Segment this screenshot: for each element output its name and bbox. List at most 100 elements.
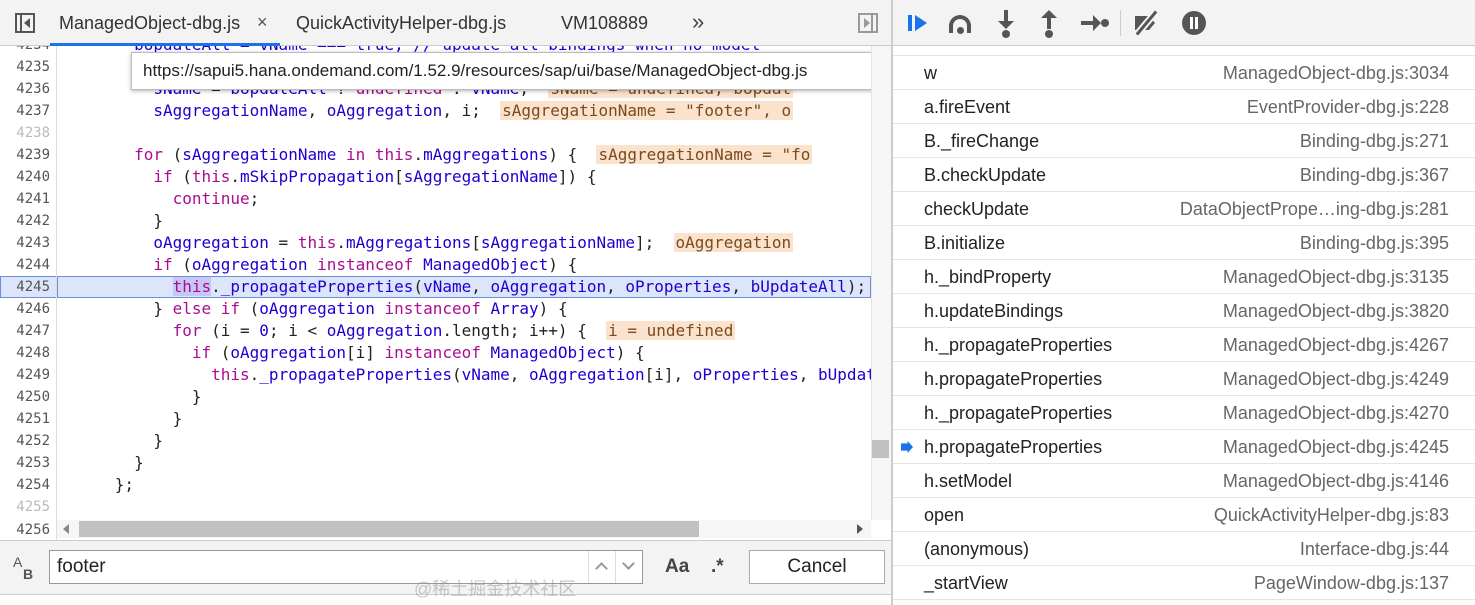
line-number[interactable]: 4239 xyxy=(0,144,50,166)
call-stack-frame[interactable]: h.updateBindings ManagedObject-dbg.js:382… xyxy=(893,294,1475,328)
scroll-right-icon[interactable] xyxy=(857,524,863,534)
tab-managedobject-dbg[interactable]: ManagedObject-dbg.js xyxy=(59,0,240,46)
frame-location[interactable]: ManagedObject-dbg.js:4267 xyxy=(1223,328,1449,362)
frame-location[interactable]: PageWindow-dbg.js:137 xyxy=(1254,566,1449,600)
call-stack-frame[interactable]: w ManagedObject-dbg.js:3034 xyxy=(893,56,1475,90)
line-number[interactable]: 4235 xyxy=(0,56,50,78)
frame-location[interactable]: ManagedObject-dbg.js:3820 xyxy=(1223,294,1449,328)
call-stack-list: w ManagedObject-dbg.js:3034 a.fireEvent Ev… xyxy=(893,46,1475,605)
chevron-up-icon[interactable] xyxy=(588,551,614,583)
inline-value: oAggregation xyxy=(673,233,794,252)
scroll-left-icon[interactable] xyxy=(63,524,69,534)
line-number[interactable]: 4253 xyxy=(0,452,50,474)
pause-on-exceptions-icon[interactable] xyxy=(1180,9,1208,37)
deactivate-breakpoints-icon[interactable] xyxy=(1133,9,1161,37)
code-line: sAggregationName, oAggregation, i; sAggr… xyxy=(153,101,794,120)
code-line: } xyxy=(57,453,144,472)
frame-location[interactable]: ManagedObject-dbg.js:4249 xyxy=(1223,362,1449,396)
code-line: continue; xyxy=(172,189,260,208)
call-stack-frame[interactable]: B._fireChange Binding-dbg.js:271 xyxy=(893,124,1475,158)
call-stack-frame-current[interactable]: h.propagateProperties ManagedObject-dbg.j… xyxy=(893,430,1475,464)
call-stack-frame[interactable]: h.propagateProperties ManagedObject-dbg.j… xyxy=(893,362,1475,396)
line-number-current[interactable]: 4245 xyxy=(0,276,50,298)
match-case-button[interactable]: Aa xyxy=(665,550,689,584)
frame-function: B._fireChange xyxy=(924,131,1040,151)
frame-location[interactable]: Binding-dbg.js:367 xyxy=(1300,158,1449,192)
line-number[interactable]: 4256 xyxy=(0,520,50,540)
line-number[interactable]: 4237 xyxy=(0,100,50,122)
search-case-icon[interactable]: AB xyxy=(13,554,39,582)
frame-location[interactable]: Interface-dbg.js:44 xyxy=(1300,532,1449,566)
code-line: for (i = 0; i < oAggregation.length; i++… xyxy=(172,321,736,340)
frame-location[interactable]: ManagedObject-dbg.js:4270 xyxy=(1223,396,1449,430)
frame-location[interactable]: ManagedObject-dbg.js:4245 xyxy=(1223,430,1449,464)
frame-function: (anonymous) xyxy=(924,539,1030,559)
watermark: @稀土掘金技术社区 xyxy=(414,579,577,599)
line-number[interactable]: 4251 xyxy=(0,408,50,430)
frame-function: h.propagateProperties xyxy=(924,437,1103,457)
frame-location[interactable]: DataObjectPrope…ing-dbg.js:281 xyxy=(1180,192,1449,226)
horizontal-scrollbar-thumb[interactable] xyxy=(79,521,699,537)
frame-location[interactable]: Binding-dbg.js:271 xyxy=(1300,124,1449,158)
close-icon[interactable]: × xyxy=(257,0,268,46)
frame-location[interactable]: ManagedObject-dbg.js:4146 xyxy=(1223,464,1449,498)
line-number[interactable]: 4252 xyxy=(0,430,50,452)
line-number[interactable]: 4250 xyxy=(0,386,50,408)
line-number[interactable]: 4243 xyxy=(0,232,50,254)
step-over-icon[interactable] xyxy=(947,9,975,37)
debugger-toggle-icon[interactable] xyxy=(856,11,880,35)
line-number[interactable]: 4236 xyxy=(0,78,50,100)
code-editor[interactable]: bUpdateAll = vName === true; // update a… xyxy=(57,46,871,520)
vertical-scrollbar-thumb[interactable] xyxy=(872,440,889,458)
line-number[interactable]: 4244 xyxy=(0,254,50,276)
navigator-toggle-icon[interactable] xyxy=(13,11,37,35)
frame-location[interactable]: Binding-dbg.js:395 xyxy=(1300,226,1449,260)
editor-tab-bar: ManagedObject-dbg.js × QuickActivityHelp… xyxy=(0,0,891,46)
call-stack-frame[interactable]: checkUpdate DataObjectPrope…ing-dbg.js:28… xyxy=(893,192,1475,226)
line-number[interactable]: 4247 xyxy=(0,320,50,342)
tab-vm108889[interactable]: VM108889 xyxy=(561,0,648,46)
call-stack-frame-partial[interactable] xyxy=(893,46,1475,56)
frame-location[interactable]: EventProvider-dbg.js:228 xyxy=(1247,90,1449,124)
call-stack-frame[interactable]: h._propagateProperties ManagedObject-dbg.… xyxy=(893,396,1475,430)
call-stack-frame[interactable]: h._bindProperty ManagedObject-dbg.js:3135 xyxy=(893,260,1475,294)
tab-quickactivityhelper-dbg[interactable]: QuickActivityHelper-dbg.js xyxy=(296,0,506,46)
debugger-pane: w ManagedObject-dbg.js:3034 a.fireEvent Ev… xyxy=(893,0,1475,605)
frame-function: B.checkUpdate xyxy=(924,165,1047,185)
line-number[interactable]: 4246 xyxy=(0,298,50,320)
code-line: } xyxy=(57,211,163,230)
chevron-down-icon[interactable] xyxy=(615,551,641,583)
line-number[interactable]: 4248 xyxy=(0,342,50,364)
call-stack-frame[interactable]: _startView PageWindow-dbg.js:137 xyxy=(893,566,1475,600)
code-line: oAggregation = this.mAggregations[sAggre… xyxy=(153,233,794,252)
line-number[interactable]: 4242 xyxy=(0,210,50,232)
line-number-gutter[interactable]: 4234 4235 4236 4237 4238 4239 4240 4241 … xyxy=(0,46,57,520)
frame-function: a.fireEvent xyxy=(924,97,1011,117)
call-stack-frame[interactable]: a.fireEvent EventProvider-dbg.js:228 xyxy=(893,90,1475,124)
call-stack-frame[interactable]: B.initialize Binding-dbg.js:395 xyxy=(893,226,1475,260)
line-number[interactable]: 4249 xyxy=(0,364,50,386)
more-tabs-icon[interactable]: » xyxy=(692,0,705,46)
line-number[interactable]: 4238 xyxy=(0,122,50,144)
step-into-icon[interactable] xyxy=(992,9,1020,38)
line-number[interactable]: 4240 xyxy=(0,166,50,188)
line-number[interactable]: 4254 xyxy=(0,474,50,496)
url-tooltip: https://sapui5.hana.ondemand.com/1.52.9/… xyxy=(131,52,889,90)
resume-icon[interactable] xyxy=(906,9,934,37)
step-icon[interactable] xyxy=(1079,9,1109,37)
call-stack-frame[interactable]: (anonymous) Interface-dbg.js:44 xyxy=(893,532,1475,566)
line-number[interactable]: 4234 xyxy=(0,46,50,56)
call-stack-frame[interactable]: B.checkUpdate Binding-dbg.js:367 xyxy=(893,158,1475,192)
cancel-button[interactable]: Cancel xyxy=(749,550,885,584)
line-number[interactable]: 4241 xyxy=(0,188,50,210)
call-stack-frame[interactable]: h.setModel ManagedObject-dbg.js:4146 xyxy=(893,464,1475,498)
regex-button[interactable]: .* xyxy=(711,550,724,584)
step-out-icon[interactable] xyxy=(1035,9,1063,38)
line-number[interactable]: 4255 xyxy=(0,496,50,518)
call-stack-frame[interactable]: h._propagateProperties ManagedObject-dbg.… xyxy=(893,328,1475,362)
call-stack-frame[interactable]: open QuickActivityHelper-dbg.js:83 xyxy=(893,498,1475,532)
frame-location[interactable]: ManagedObject-dbg.js:3135 xyxy=(1223,260,1449,294)
code-line: } xyxy=(57,387,202,406)
frame-location[interactable]: ManagedObject-dbg.js:3034 xyxy=(1223,56,1449,90)
frame-location[interactable]: QuickActivityHelper-dbg.js:83 xyxy=(1214,498,1449,532)
